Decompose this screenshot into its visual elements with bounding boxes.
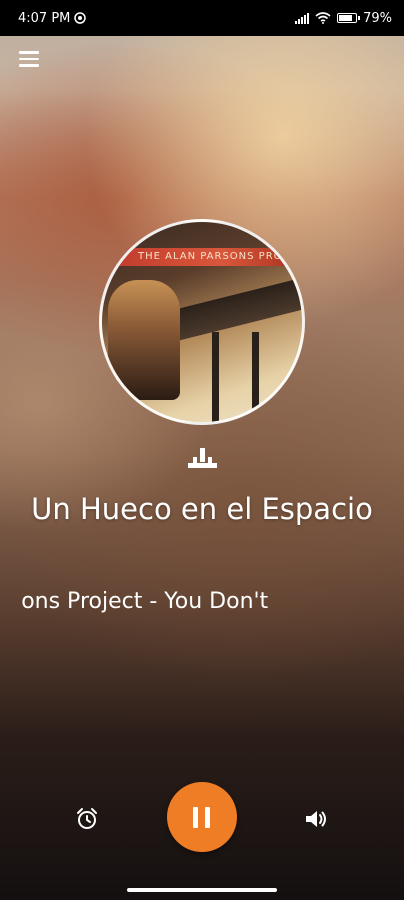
alarm-clock-icon[interactable]: [74, 806, 100, 832]
station-logo-icon: [188, 448, 217, 470]
player-controls: [0, 782, 404, 854]
hamburger-menu-icon[interactable]: [19, 51, 39, 67]
album-cover: THE ALAN PARSONS PROJECT: [99, 219, 305, 425]
battery-icon: [337, 13, 361, 23]
status-time: 4:07 PM: [18, 10, 71, 26]
volume-icon[interactable]: [303, 806, 329, 832]
track-title: Un Hueco en el Espacio: [31, 492, 373, 526]
battery-percent: 79%: [363, 10, 392, 26]
wifi-icon: [315, 12, 331, 24]
artist-marquee: n Parsons Project - You Don't: [22, 586, 384, 618]
signal-icon: [295, 12, 310, 24]
sync-icon: [74, 12, 87, 24]
pause-icon: [193, 807, 198, 828]
status-bar: 4:07 PM 79%: [0, 0, 404, 36]
album-cover-band: THE ALAN PARSONS PROJECT: [102, 248, 302, 266]
pause-button[interactable]: [167, 782, 237, 852]
home-indicator[interactable]: [127, 888, 277, 892]
artist-track-text: n Parsons Project - You Don't: [22, 589, 269, 614]
